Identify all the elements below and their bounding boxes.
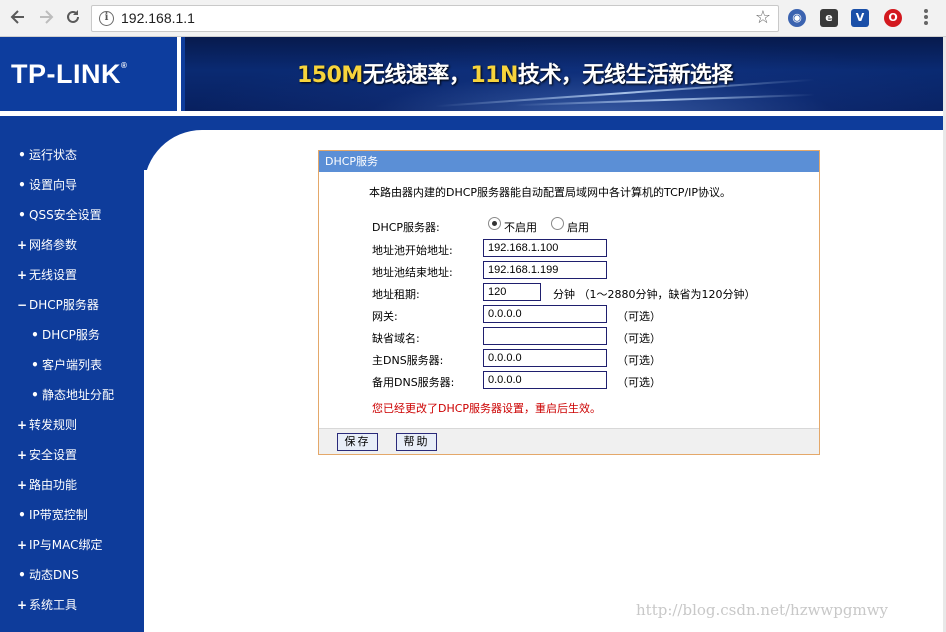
tp-link-logo: TP-LINK® (11, 59, 128, 89)
save-button[interactable]: 保存 (337, 433, 378, 451)
secondary-dns-optional: （可选） (617, 376, 661, 389)
sidebar-item-running-status[interactable]: • 运行状态 (0, 145, 144, 165)
domain-input[interactable] (483, 327, 607, 345)
sidebar-item-bandwidth[interactable]: • IP带宽控制 (0, 505, 144, 525)
start-address-label: 地址池开始地址: (372, 244, 453, 257)
forward-button[interactable] (36, 8, 56, 28)
sidebar-item-routing[interactable]: + 路由功能 (0, 475, 144, 495)
dhcp-enable-radio[interactable] (551, 217, 564, 230)
gateway-input[interactable]: 0.0.0.0 (483, 305, 607, 323)
restart-warning: 您已经更改了DHCP服务器设置，重启后生效。 (372, 402, 602, 415)
secondary-dns-label: 备用DNS服务器: (372, 376, 455, 389)
globe-extension-icon[interactable]: ◉ (788, 9, 806, 27)
panel-description: 本路由器内建的DHCP服务器能自动配置局域网中各计算机的TCP/IP协议。 (369, 186, 732, 199)
evernote-extension-icon[interactable]: e (820, 9, 838, 27)
browser-toolbar: i 192.168.1.1 ☆ ◉ e V O (0, 0, 946, 37)
dhcp-enable-label: 启用 (567, 221, 589, 234)
back-button[interactable] (8, 8, 28, 28)
menu-icon[interactable] (924, 9, 930, 27)
sidebar-item-network[interactable]: + 网络参数 (0, 235, 144, 255)
sidebar-item-forwarding[interactable]: + 转发规则 (0, 415, 144, 435)
end-address-input[interactable]: 192.168.1.199 (483, 261, 607, 279)
gateway-label: 网关: (372, 310, 398, 323)
lease-time-input[interactable]: 120 (483, 283, 541, 301)
secondary-dns-input[interactable]: 0.0.0.0 (483, 371, 607, 389)
opera-extension-icon[interactable]: O (884, 9, 902, 27)
arrow-right-icon (40, 10, 54, 24)
sidebar-item-qss[interactable]: • QSS安全设置 (0, 205, 144, 225)
sidebar-corner (144, 130, 204, 190)
sidebar-item-ddns[interactable]: • 动态DNS (0, 565, 144, 585)
address-bar[interactable]: i 192.168.1.1 ☆ (91, 5, 779, 32)
reload-button[interactable] (63, 8, 83, 28)
v-extension-icon[interactable]: V (851, 9, 869, 27)
sidebar-item-setup-wizard[interactable]: • 设置向导 (0, 175, 144, 195)
sidebar-item-dhcp-server[interactable]: − DHCP服务器 (0, 295, 144, 315)
watermark: http://blog.csdn.net/hzwwpgmwy (636, 601, 889, 619)
end-address-label: 地址池结束地址: (372, 266, 453, 279)
help-button[interactable]: 帮助 (396, 433, 437, 451)
sidebar-item-system-tools[interactable]: + 系统工具 (0, 595, 144, 615)
arrow-left-icon (10, 10, 24, 24)
primary-dns-optional: （可选） (617, 354, 661, 367)
dhcp-server-label: DHCP服务器: (372, 221, 440, 234)
sidebar-item-client-list[interactable]: • 客户端列表 (0, 355, 144, 375)
logo-area: TP-LINK® (0, 37, 181, 111)
banner-image: 150M无线速率，11N技术，无线生活新选择 (185, 37, 943, 111)
dhcp-disable-label: 不启用 (504, 221, 537, 234)
sidebar-item-security[interactable]: + 安全设置 (0, 445, 144, 465)
reload-icon (67, 10, 79, 23)
sidebar-item-wireless[interactable]: + 无线设置 (0, 265, 144, 285)
domain-optional: （可选） (617, 332, 661, 345)
sidebar-item-dhcp-service[interactable]: • DHCP服务 (0, 325, 144, 345)
info-icon[interactable]: i (99, 11, 114, 26)
panel-footer: 保存 帮助 (319, 428, 819, 454)
sidebar-item-ip-mac-binding[interactable]: + IP与MAC绑定 (0, 535, 144, 555)
gateway-optional: （可选） (617, 310, 661, 323)
lease-time-label: 地址租期: (372, 288, 420, 301)
sidebar-item-static-address[interactable]: • 静态地址分配 (0, 385, 144, 405)
panel-title: DHCP服务 (319, 151, 819, 172)
domain-label: 缺省域名: (372, 332, 420, 345)
url-text[interactable]: 192.168.1.1 (121, 10, 195, 26)
lease-time-hint: 分钟 （1～2880分钟，缺省为120分钟） (553, 288, 756, 301)
bookmark-star-icon[interactable]: ☆ (755, 7, 771, 28)
primary-dns-label: 主DNS服务器: (372, 354, 444, 367)
primary-dns-input[interactable]: 0.0.0.0 (483, 349, 607, 367)
header-banner: TP-LINK® 150M无线速率，11N技术，无线生活新选择 (0, 37, 943, 111)
start-address-input[interactable]: 192.168.1.100 (483, 239, 607, 257)
dhcp-disable-radio[interactable] (488, 217, 501, 230)
dhcp-settings-panel: DHCP服务 本路由器内建的DHCP服务器能自动配置局域网中各计算机的TCP/I… (318, 150, 820, 455)
banner-slogan: 150M无线速率，11N技术，无线生活新选择 (297, 63, 733, 88)
